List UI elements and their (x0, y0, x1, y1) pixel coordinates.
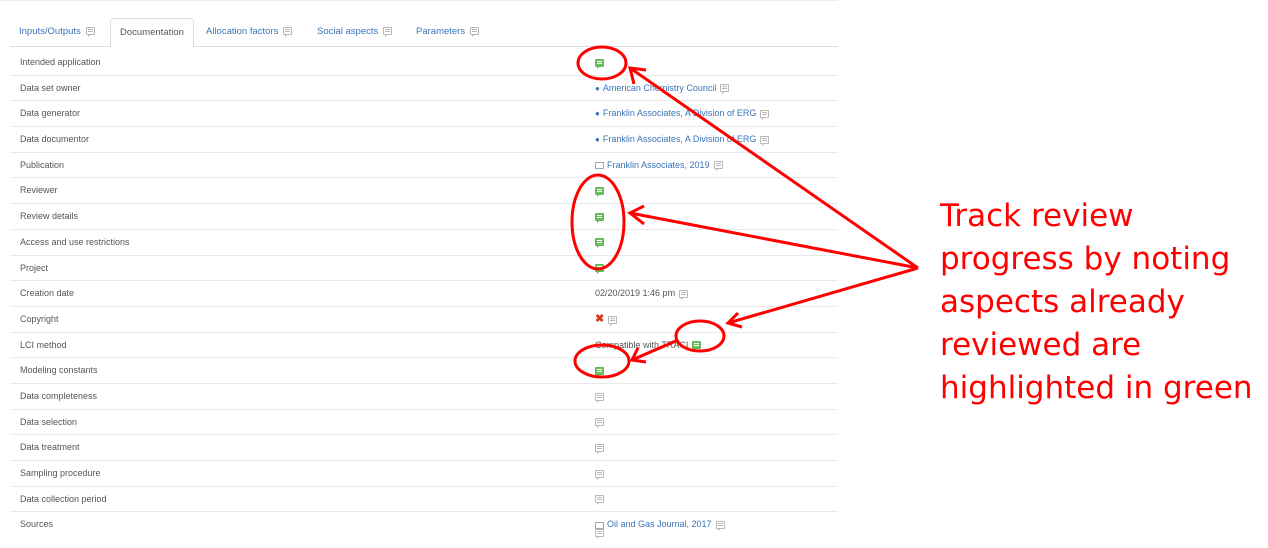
annotation-line: reviewed are (940, 327, 1142, 363)
table-row: Data collection period (10, 487, 838, 513)
person-icon: ● (595, 109, 600, 119)
table-row: Review details (10, 204, 838, 230)
field-label: Access and use restrictions (20, 236, 130, 247)
table-row: Intended application (10, 50, 838, 76)
field-label: Publication (20, 159, 65, 170)
field-label: Sampling procedure (20, 468, 101, 478)
table-row: Data completeness (10, 384, 838, 410)
comment-icon[interactable] (595, 212, 604, 223)
annotation-line: aspects already (940, 284, 1185, 320)
field-value-link[interactable]: Franklin Associates, A Division of ERG (603, 134, 757, 144)
book-icon (595, 161, 604, 169)
comment-icon[interactable] (595, 529, 604, 540)
comment-icon[interactable] (595, 366, 604, 377)
field-value-link[interactable]: American Chemistry Council (603, 83, 717, 93)
table-row: Project (10, 256, 838, 282)
comment-icon[interactable] (470, 27, 480, 38)
field-label: LCI method (20, 339, 67, 350)
field-label: Data completeness (20, 390, 98, 401)
person-icon: ● (595, 135, 600, 145)
table-row: Data treatment (10, 435, 838, 461)
table-row: Creation date 02/20/2019 1:46 pm (10, 281, 838, 307)
comment-icon[interactable] (595, 469, 604, 480)
comment-icon[interactable] (715, 521, 725, 531)
table-row: Publication Franklin Associates, 2019 (10, 153, 838, 179)
table-row: Reviewer (10, 178, 838, 205)
annotation-line: highlighted in green (940, 370, 1253, 406)
comment-icon[interactable] (679, 289, 689, 300)
field-value-link[interactable]: Franklin Associates, A Division of ERG (603, 108, 757, 118)
comment-icon[interactable] (608, 315, 618, 326)
comment-icon[interactable] (760, 135, 770, 146)
field-label: Creation date (20, 288, 75, 299)
annotation-line: progress by noting (940, 241, 1231, 277)
x-icon: ✖ (595, 312, 605, 325)
book-icon (595, 521, 604, 529)
field-label: Sources (20, 519, 54, 530)
tab-bar: Inputs/Outputs Documentation Allocation … (10, 18, 838, 47)
field-label: Data set owner (20, 82, 81, 93)
table-row: Access and use restrictions (10, 230, 838, 256)
comment-icon[interactable] (595, 58, 604, 69)
annotation-line: Track review (940, 198, 1134, 234)
comment-icon[interactable] (595, 238, 604, 249)
comment-icon[interactable] (595, 418, 604, 429)
person-icon: ● (595, 83, 600, 93)
table-row: Data selection (10, 410, 838, 436)
tab-label: Documentation (120, 27, 184, 38)
comment-icon[interactable] (595, 392, 604, 403)
field-label: Project (20, 262, 49, 273)
comment-icon[interactable] (720, 84, 730, 95)
top-divider (0, 0, 838, 1)
field-label: Data selection (20, 416, 78, 427)
field-label: Reviewer (20, 185, 58, 196)
field-value: 02/20/2019 1:46 pm (595, 288, 676, 299)
tab-allocation-factors[interactable]: Allocation factors (197, 18, 301, 46)
table-row: Data generator ● Franklin Associates, A Di… (10, 101, 838, 128)
field-label: Copyright (20, 313, 59, 324)
field-label: Data documentor (20, 134, 90, 145)
comment-icon[interactable] (713, 161, 723, 172)
table-row: Data documentor ● Franklin Associates, A D… (10, 127, 838, 153)
comment-icon[interactable] (595, 495, 604, 506)
tab-social-aspects[interactable]: Social aspects (308, 18, 401, 46)
table-row: Copyright ✖ (10, 307, 838, 333)
table-row: Sampling procedure (10, 461, 838, 487)
field-label: Intended application (20, 57, 101, 67)
tab-label: Inputs/Outputs (19, 26, 81, 37)
comment-icon[interactable] (383, 27, 393, 38)
comment-icon[interactable] (692, 341, 702, 352)
tab-label: Social aspects (317, 26, 379, 37)
tab-documentation[interactable]: Documentation (110, 18, 194, 47)
comment-icon[interactable] (595, 443, 604, 454)
field-label: Modeling constants (20, 365, 98, 376)
tab-label: Allocation factors (206, 26, 279, 37)
table-row: Data set owner ● American Chemistry Counci… (10, 76, 838, 102)
comment-icon[interactable] (595, 187, 604, 198)
field-value: Compatible with TRACI (595, 339, 689, 350)
field-value-link[interactable]: Franklin Associates, 2019 (607, 160, 710, 170)
tab-inputs-outputs[interactable]: Inputs/Outputs (10, 18, 104, 46)
field-label: Review details (20, 211, 79, 222)
comment-icon[interactable] (595, 264, 604, 275)
comment-icon[interactable] (283, 27, 293, 38)
field-label: Data treatment (20, 442, 80, 453)
table-row: Modeling constants (10, 358, 838, 384)
comment-icon[interactable] (85, 27, 95, 38)
tab-parameters[interactable]: Parameters (407, 18, 488, 46)
annotation-text: Track review progress by noting aspects … (940, 195, 1260, 410)
comment-icon[interactable] (760, 110, 770, 120)
table-row: LCI method Compatible with TRACI (10, 333, 838, 359)
tab-label: Parameters (416, 26, 466, 37)
table-row: Sources Oil and Gas Journal, 2017 (10, 512, 838, 548)
field-value-link[interactable]: Oil and Gas Journal, 2017 (607, 519, 712, 529)
documentation-table: Intended application Data set owner ● Amer… (10, 50, 838, 548)
field-label: Data collection period (20, 493, 107, 504)
field-label: Data generator (20, 108, 81, 119)
